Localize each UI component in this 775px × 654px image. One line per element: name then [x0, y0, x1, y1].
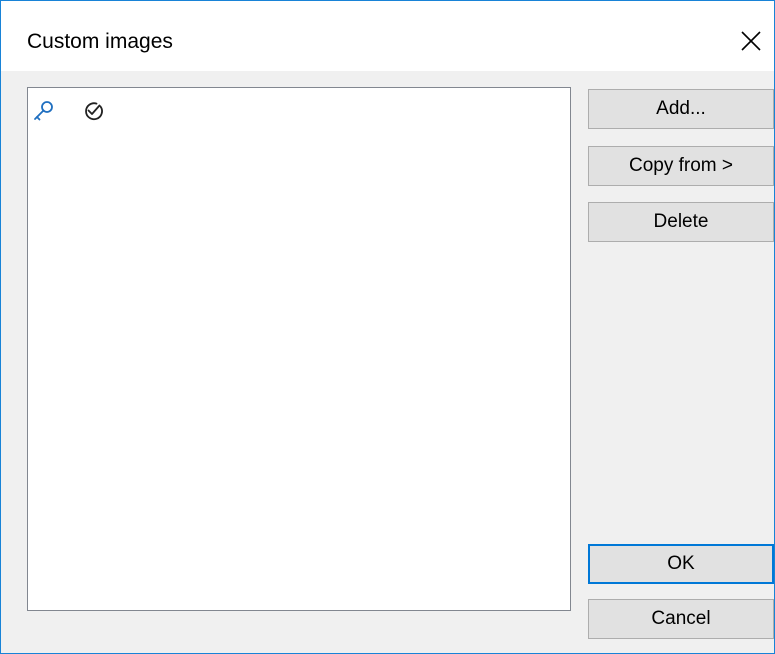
- custom-images-list[interactable]: [27, 87, 571, 611]
- key-icon: [34, 101, 53, 121]
- dialog-title: Custom images: [27, 30, 173, 53]
- close-icon: [741, 31, 761, 51]
- title-bar: Custom images: [1, 1, 774, 71]
- add-button[interactable]: Add...: [588, 89, 774, 129]
- custom-images-dialog: Custom images Add... Copy from > Delete …: [0, 0, 775, 654]
- list-item-key[interactable]: [32, 98, 58, 124]
- check-circle-icon: [85, 102, 103, 121]
- cancel-button[interactable]: Cancel: [588, 599, 774, 639]
- ok-button[interactable]: OK: [588, 544, 774, 584]
- list-item-check-circle[interactable]: [80, 98, 106, 124]
- delete-button[interactable]: Delete: [588, 202, 774, 242]
- copy-from-button[interactable]: Copy from >: [588, 146, 774, 186]
- close-button[interactable]: [728, 19, 774, 63]
